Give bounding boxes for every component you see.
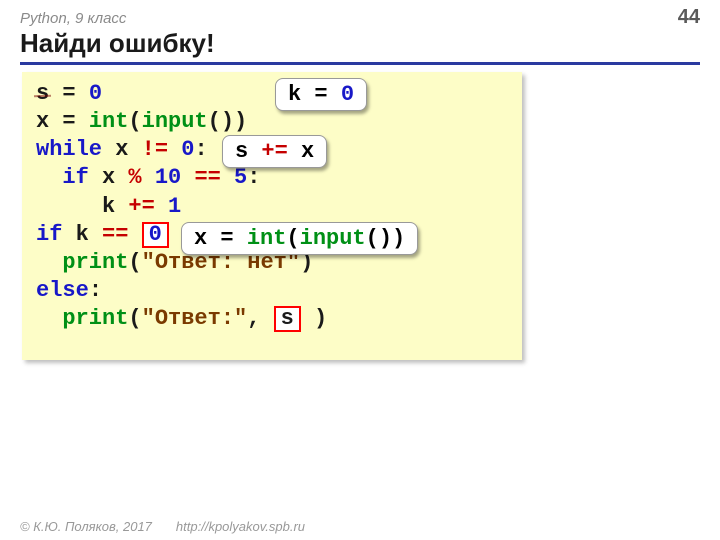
answer-k-equals-0: k = 0	[275, 78, 367, 111]
code-line-8: else:	[36, 277, 508, 305]
code-line-5: k += 1	[36, 193, 508, 221]
page-number: 44	[678, 6, 700, 29]
highlight-zero: 0	[142, 222, 169, 248]
footer-url: http://kpolyakov.spb.ru	[176, 519, 305, 534]
code-line-4: if x % 10 == 5:	[36, 164, 508, 192]
code-line-2: x = int(input())	[36, 108, 508, 136]
code-block: s = 0 x = int(input()) while x != 0: if …	[22, 72, 522, 360]
header: Python, 9 класс 44	[20, 6, 700, 29]
code-line-1: s = 0	[36, 80, 508, 108]
footer: © К.Ю. Поляков, 2017 http://kpolyakov.sp…	[20, 519, 305, 534]
highlight-s: s	[274, 306, 301, 332]
slide: Python, 9 класс 44 Найди ошибку! s = 0 x…	[0, 0, 720, 540]
answer-x-input: x = int(input())	[181, 222, 418, 255]
answer-s-plus-x: s += x	[222, 135, 327, 168]
course-label: Python, 9 класс	[20, 10, 126, 27]
code-line-9: print("Ответ:", s )	[36, 305, 508, 333]
slide-title: Найди ошибку!	[20, 28, 700, 65]
copyright: © К.Ю. Поляков, 2017	[20, 519, 152, 534]
